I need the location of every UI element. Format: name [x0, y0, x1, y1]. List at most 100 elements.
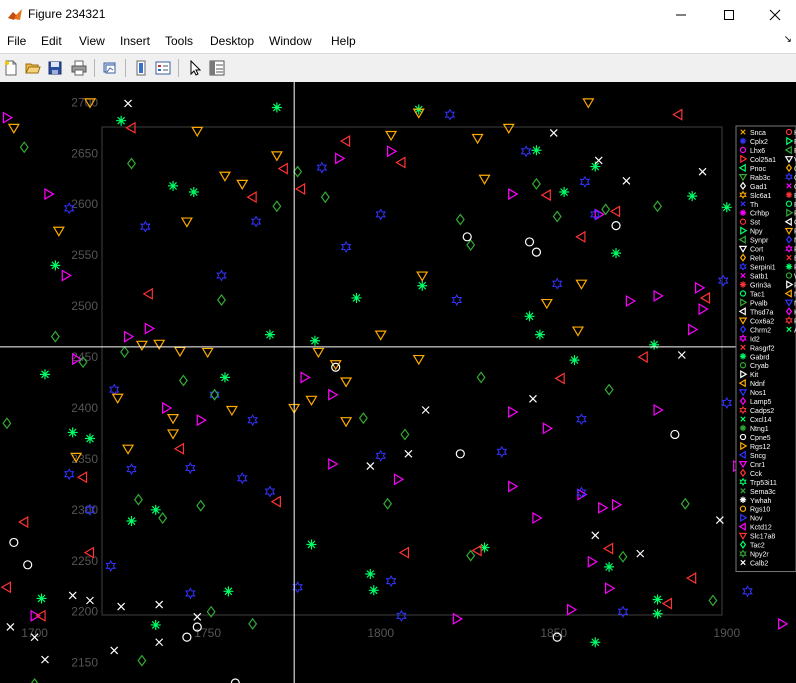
y-tick-label: 2350: [71, 452, 98, 466]
insert-legend-icon: [155, 61, 171, 75]
minimize-icon: [676, 14, 686, 16]
legend-label: Cryab: [750, 363, 769, 370]
menu-bar: File Edit View Insert Tools Desktop Wind…: [0, 30, 796, 53]
data-point: [351, 292, 362, 303]
data-point: [687, 191, 698, 202]
data-point: [309, 335, 320, 346]
legend-label: Id2: [750, 336, 760, 343]
maximize-button[interactable]: [706, 0, 752, 30]
minimize-button[interactable]: [658, 0, 704, 30]
property-inspector-button[interactable]: [206, 57, 228, 79]
legend-label: Cpne5: [750, 435, 771, 442]
insert-legend-button[interactable]: [152, 57, 174, 79]
legend-label: Sema3c: [750, 489, 776, 496]
insert-colorbar-button[interactable]: [130, 57, 152, 79]
data-point: [39, 369, 50, 380]
toolbar-separator: [94, 59, 95, 77]
legend-label: Cck: [750, 471, 763, 478]
legend-marker: [739, 424, 747, 432]
y-tick-label: 2300: [71, 503, 98, 517]
legend-label: Rab3c: [750, 175, 771, 182]
legend-label: Satb1: [750, 274, 768, 281]
x-tick-label: 1750: [194, 626, 221, 640]
data-point: [652, 594, 663, 605]
y-tick-label: 2400: [71, 401, 98, 415]
data-point: [649, 339, 660, 350]
legend-label: Sst: [750, 220, 760, 227]
legend-label: Calb2: [750, 561, 768, 568]
figure-toolbar: [0, 53, 796, 83]
print-button[interactable]: [68, 57, 90, 79]
legend-label: Grin3a: [750, 282, 771, 289]
window-title: Figure 234321: [28, 7, 106, 21]
plot-background: [0, 82, 796, 683]
save-icon: [48, 61, 62, 75]
legend-label: Snca: [750, 130, 766, 137]
legend-label: Reln: [750, 256, 765, 263]
legend-label: Rgs10: [750, 507, 770, 514]
legend-marker: [739, 496, 747, 503]
legend-label: Pvalb: [750, 300, 768, 307]
y-tick-label: 2650: [71, 146, 98, 160]
menu-desktop[interactable]: Desktop: [210, 34, 254, 48]
legend-label: Ywhah: [750, 498, 772, 505]
menu-window[interactable]: Window: [269, 34, 312, 48]
y-tick-label: 2250: [71, 554, 98, 568]
legend-label: Rgs12: [750, 444, 770, 451]
legend-label: Pnoc: [750, 166, 766, 173]
x-tick-label: 1800: [367, 626, 394, 640]
data-point: [84, 433, 95, 444]
menu-view[interactable]: View: [79, 34, 105, 48]
open-file-button[interactable]: [22, 57, 44, 79]
legend-label: Gabrd: [750, 354, 770, 361]
legend-label: Kit: [750, 372, 758, 379]
new-figure-button[interactable]: [0, 57, 22, 79]
dock-arrow-icon[interactable]: ↘: [784, 34, 792, 45]
legend-label: Cadps2: [750, 408, 774, 415]
legend[interactable]: Snca Cplx2 Lhx6 Col25a1 Pnoc Rab3c Gad1 Slc6a1 T…: [735, 125, 796, 573]
legend-label: Rasgrf2: [750, 345, 775, 352]
toolbar-separator: [125, 59, 126, 77]
menu-help[interactable]: Help: [331, 34, 356, 48]
insert-colorbar-icon: [136, 60, 146, 76]
y-tick-label: 2200: [71, 605, 98, 619]
data-point: [67, 427, 78, 438]
toolbar-separator: [178, 59, 179, 77]
edit-plot-button[interactable]: [184, 57, 206, 79]
data-point: [652, 608, 663, 619]
data-point: [50, 260, 61, 271]
save-button[interactable]: [44, 57, 66, 79]
legend-label: Tac1: [750, 291, 765, 298]
menu-insert[interactable]: Insert: [120, 34, 150, 48]
close-button[interactable]: [752, 0, 796, 30]
legend-label: Cox6a2: [750, 318, 774, 325]
open-file-icon: [25, 63, 41, 74]
legend-label: Kctd12: [750, 525, 772, 532]
legend-label: Crhbp: [750, 211, 769, 218]
data-point: [569, 355, 580, 366]
data-point: [611, 248, 622, 259]
menu-tools[interactable]: Tools: [165, 34, 193, 48]
scatter-plot[interactable]: 2700265026002550250024502400235023002250…: [0, 82, 796, 683]
legend-label: Sncg: [750, 453, 766, 460]
legend-label: Nos1: [750, 390, 766, 397]
legend-label: Tac2: [750, 543, 765, 550]
menu-edit[interactable]: Edit: [41, 34, 62, 48]
title-bar: Figure 234321: [0, 0, 796, 30]
legend-label: Thsd7a: [750, 309, 773, 316]
data-point: [590, 161, 601, 172]
link-plot-icon: [103, 62, 116, 74]
data-point: [150, 504, 161, 515]
menu-file[interactable]: File: [7, 34, 26, 48]
data-point: [306, 539, 317, 550]
legend-label: Cort: [750, 247, 763, 254]
link-plot-button[interactable]: [99, 57, 121, 79]
figure-canvas[interactable]: 2700 2650 2600 2550 2500 2450 2400 2350 2300 2250…: [0, 82, 796, 683]
close-icon: [769, 9, 781, 21]
data-point: [590, 637, 601, 648]
y-tick-label: 2150: [71, 656, 98, 670]
legend-label: Lamp5: [750, 399, 772, 406]
data-point: [126, 516, 137, 527]
property-inspector-icon: [209, 60, 225, 76]
edit-plot-arrow-icon: [190, 60, 202, 76]
